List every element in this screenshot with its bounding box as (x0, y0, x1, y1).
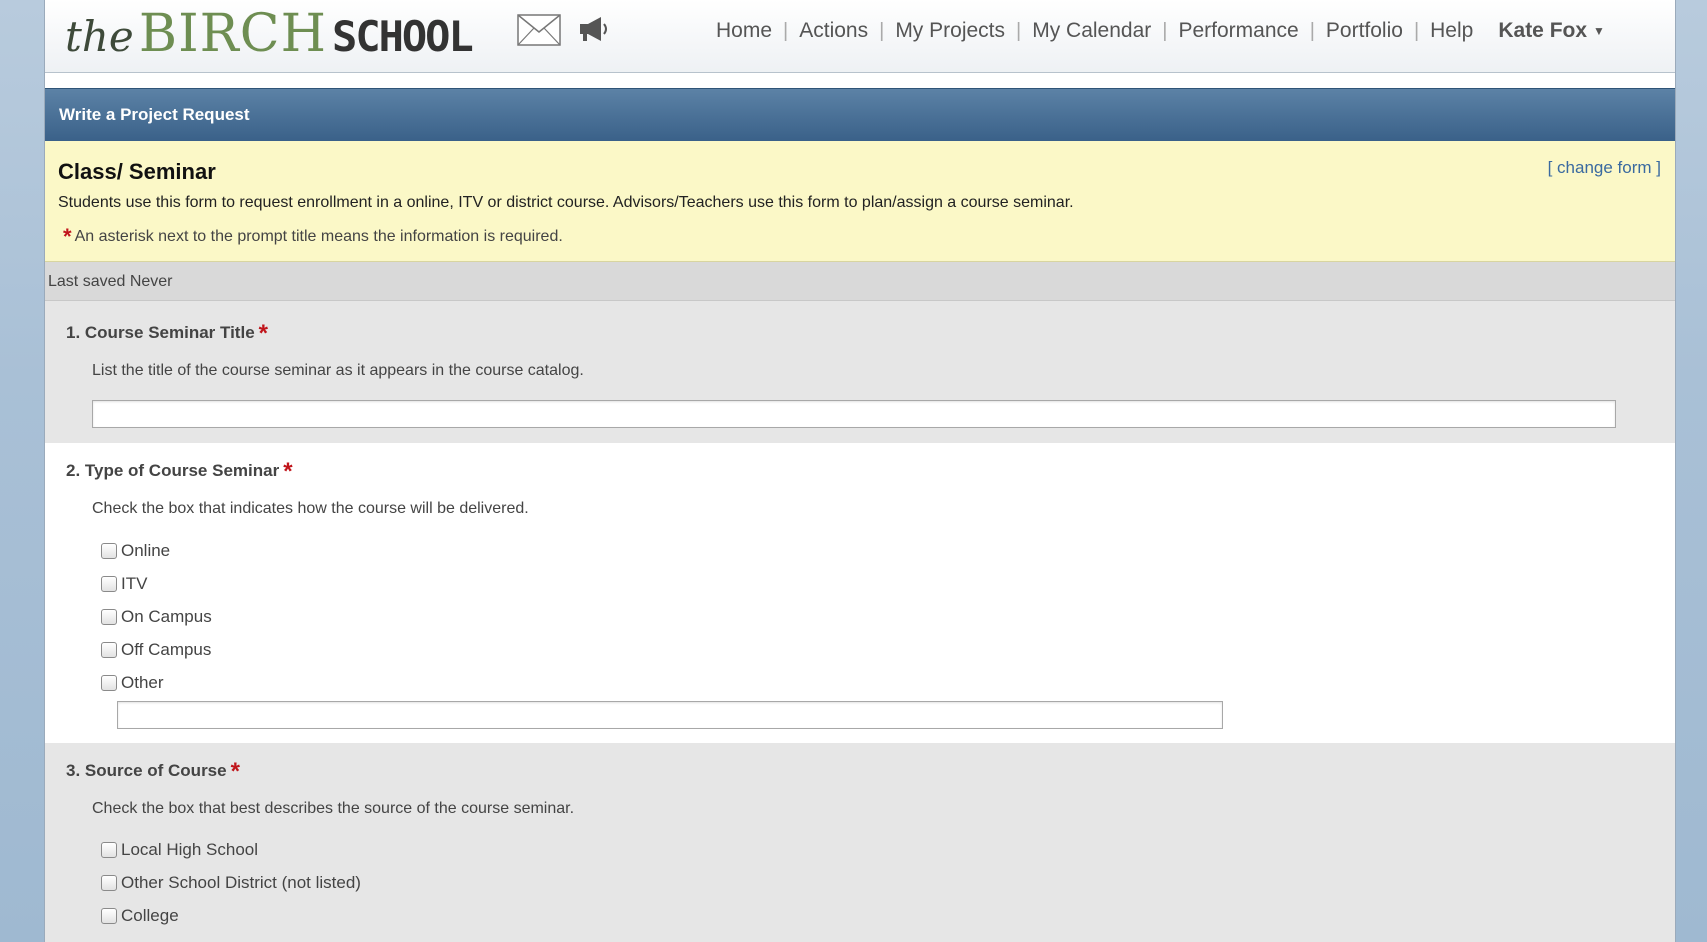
option-other-school-district[interactable]: Other School District (not listed) (101, 873, 361, 893)
option-local-high-school[interactable]: Local High School (101, 840, 258, 860)
checkbox[interactable] (101, 908, 117, 924)
checkbox[interactable] (101, 576, 117, 592)
option-off-campus[interactable]: Off Campus (101, 640, 211, 660)
course-title-input[interactable] (92, 400, 1616, 428)
required-note: * An asterisk next to the prompt title me… (63, 224, 563, 250)
checkbox[interactable] (101, 875, 117, 891)
nav-portfolio[interactable]: Portfolio (1315, 19, 1414, 43)
question-3: 3. Source of Course * Check the box that … (45, 743, 1675, 942)
page: the BIRCH SCHOOL Home | Actions | My Pro… (44, 0, 1676, 942)
question-help: Check the box that best describes the so… (92, 800, 575, 817)
option-label: College (121, 906, 179, 925)
checkbox[interactable] (101, 609, 117, 625)
main-nav: Home | Actions | My Projects | My Calend… (705, 16, 1605, 46)
logo-school: SCHOOL (332, 12, 474, 61)
logo-birch: BIRCH (138, 4, 327, 64)
checkbox[interactable] (101, 842, 117, 858)
checkbox[interactable] (101, 642, 117, 658)
option-label: Online (121, 541, 171, 560)
option-other[interactable]: Other (101, 673, 164, 693)
other-type-input[interactable] (117, 701, 1223, 729)
question-title: 3. Source of Course * (66, 758, 240, 786)
top-header: the BIRCH SCHOOL Home | Actions | My Pro… (45, 0, 1675, 73)
checkbox[interactable] (101, 543, 117, 559)
required-star-icon: * (258, 320, 268, 347)
nav-home[interactable]: Home (705, 19, 783, 43)
user-name: Kate Fox (1498, 19, 1588, 42)
megaphone-icon[interactable] (577, 14, 611, 49)
panel-titlebar: Write a Project Request (45, 88, 1675, 141)
option-on-campus[interactable]: On Campus (101, 607, 212, 627)
option-label: Other School District (not listed) (121, 873, 361, 892)
required-star-icon: * (230, 758, 240, 785)
question-title-text: 1. Course Seminar Title (66, 323, 255, 342)
form-name: Class/ Seminar (58, 159, 216, 184)
panel-title: Write a Project Request (59, 105, 250, 124)
mail-icon[interactable] (517, 14, 561, 51)
option-online[interactable]: Online (101, 541, 170, 561)
logo-the: the (65, 12, 134, 61)
option-label: ITV (121, 574, 148, 593)
required-star-icon: * (283, 458, 293, 485)
option-college[interactable]: College (101, 906, 179, 926)
nav-performance[interactable]: Performance (1167, 19, 1309, 43)
option-label: Off Campus (121, 640, 212, 659)
question-title: 1. Course Seminar Title * (66, 320, 268, 348)
question-help: Check the box that indicates how the cou… (92, 500, 529, 517)
checkbox[interactable] (101, 675, 117, 691)
nav-my-projects[interactable]: My Projects (884, 19, 1016, 43)
question-title-text: 2. Type of Course Seminar (66, 461, 280, 480)
question-title: 2. Type of Course Seminar * (66, 458, 293, 486)
nav-help[interactable]: Help (1419, 19, 1484, 43)
option-label: Local High School (121, 840, 259, 859)
required-star-icon: * (63, 224, 72, 249)
question-1: 1. Course Seminar Title * List the title … (45, 301, 1675, 443)
chevron-down-icon: ▼ (1593, 24, 1605, 39)
option-label: Other (121, 673, 164, 692)
question-title-text: 3. Source of Course (66, 761, 227, 780)
last-saved-bar: Last saved Never (45, 262, 1675, 301)
required-note-text: An asterisk next to the prompt title mea… (74, 228, 563, 245)
change-form-link[interactable]: [ change form ] (1548, 158, 1661, 178)
option-label: On Campus (121, 607, 212, 626)
user-menu[interactable]: Kate Fox ▼ (1498, 19, 1605, 43)
last-saved-text: Last saved Never (48, 273, 173, 290)
question-2: 2. Type of Course Seminar * Check the box… (45, 443, 1675, 743)
question-help: List the title of the course seminar as … (92, 362, 584, 379)
nav-my-calendar[interactable]: My Calendar (1021, 19, 1162, 43)
school-logo[interactable]: the BIRCH SCHOOL (65, 4, 474, 64)
form-description: Students use this form to request enroll… (58, 194, 1074, 211)
form-intro: Class/ Seminar [ change form ] Students … (45, 141, 1675, 262)
nav-actions[interactable]: Actions (788, 19, 879, 43)
option-itv[interactable]: ITV (101, 574, 147, 594)
